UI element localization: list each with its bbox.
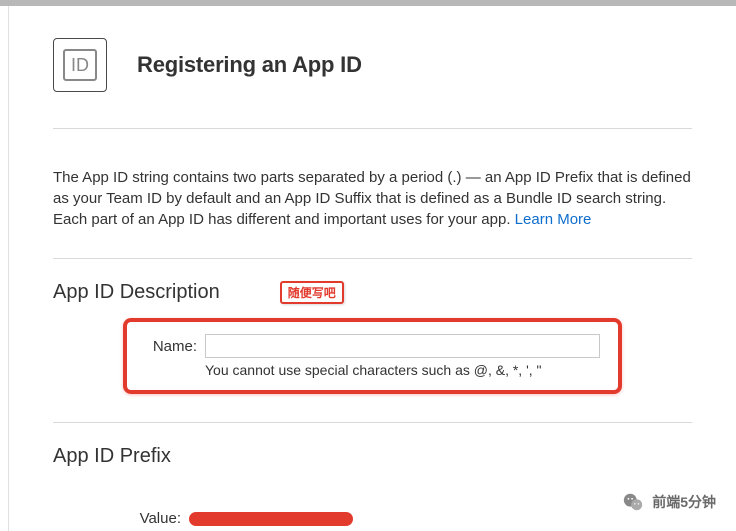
watermark-text: 前端5分钟 — [652, 492, 716, 512]
section-app-id-prefix: App ID Prefix Value: — [53, 423, 692, 527]
redacted-value — [189, 512, 353, 526]
main-content: ID Registering an App ID The App ID stri… — [8, 6, 736, 531]
section-app-id-description: App ID Description 随便写吧 Name: You cannot… — [53, 259, 692, 394]
prefix-value-row: Value: — [53, 482, 692, 527]
intro-paragraph: The App ID string contains two parts sep… — [53, 129, 692, 259]
intro-text: The App ID string contains two parts sep… — [53, 169, 691, 228]
page-header: ID Registering an App ID — [53, 6, 692, 129]
wechat-icon — [622, 491, 644, 513]
value-label: Value: — [53, 510, 181, 527]
section-title-text: App ID Description — [53, 281, 220, 304]
name-input[interactable] — [205, 334, 600, 358]
id-badge-icon: ID — [53, 38, 107, 92]
highlight-annotation-box: Name: You cannot use special characters … — [123, 318, 622, 394]
page-title: Registering an App ID — [137, 52, 362, 78]
watermark: 前端5分钟 — [622, 491, 716, 513]
section-title-prefix-text: App ID Prefix — [53, 445, 171, 468]
name-form-row: Name: — [145, 334, 600, 358]
svg-text:ID: ID — [71, 55, 89, 75]
learn-more-link[interactable]: Learn More — [515, 211, 592, 228]
name-label: Name: — [145, 338, 197, 355]
annotation-badge: 随便写吧 — [280, 281, 344, 304]
section-title-description: App ID Description 随便写吧 — [53, 281, 692, 304]
name-hint: You cannot use special characters such a… — [205, 362, 600, 378]
section-title-prefix: App ID Prefix — [53, 445, 692, 468]
